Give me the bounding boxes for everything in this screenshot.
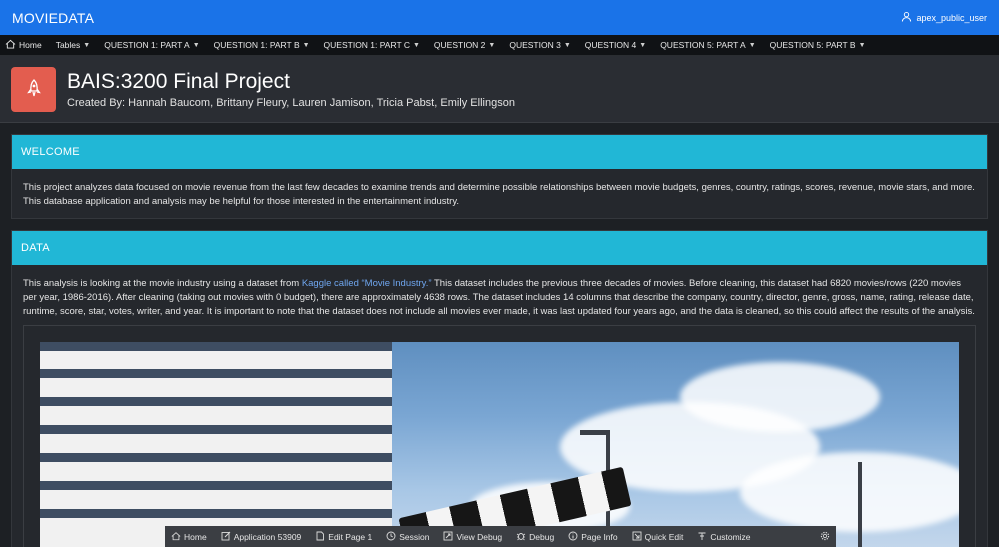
chevron-down-icon: ▼ (412, 41, 420, 49)
data-region: DATA This analysis is looking at the mov… (11, 230, 988, 547)
welcome-heading: WELCOME (12, 135, 987, 169)
data-text-block: This analysis is looking at the movie in… (12, 265, 987, 547)
chevron-down-icon: ▼ (488, 41, 496, 49)
nav-item-q3[interactable]: QUESTION 3 ▼ (509, 40, 570, 50)
data-heading: DATA (12, 231, 987, 265)
image-frame (23, 325, 976, 547)
quick-edit-icon (632, 531, 642, 543)
nav-item-label: QUESTION 1: PART A (104, 40, 190, 50)
main-nav: Home Tables ▼ QUESTION 1: PART A ▼ QUESTIO… (0, 35, 999, 56)
home-icon (171, 531, 181, 543)
dev-page-info-button[interactable]: Page Info (568, 531, 618, 543)
user-menu[interactable]: apex_public_user (901, 11, 987, 24)
bug-icon (516, 531, 526, 543)
dev-item-label: Application 53909 (233, 531, 302, 542)
dev-home-button[interactable]: Home (171, 531, 207, 543)
chevron-down-icon: ▼ (302, 41, 310, 49)
dev-item-label: Quick Edit (644, 531, 684, 542)
document-icon (315, 531, 325, 543)
nav-item-label: QUESTION 2 (433, 40, 486, 50)
nav-item-q5-part-a[interactable]: QUESTION 5: PART A ▼ (660, 40, 755, 50)
nav-item-q5-part-b[interactable]: QUESTION 5: PART B ▼ (770, 40, 866, 50)
dev-item-label: Edit Page 1 (328, 531, 373, 542)
nav-item-q1-part-b[interactable]: QUESTION 1: PART B ▼ (214, 40, 310, 50)
dev-item-label: Home (184, 531, 207, 542)
dev-edit-page-button[interactable]: Edit Page 1 (315, 531, 372, 543)
nav-item-label: QUESTION 1: PART B (213, 40, 300, 50)
nav-item-q1-part-c[interactable]: QUESTION 1: PART C ▼ (324, 40, 420, 50)
dev-item-label: Page Info (581, 531, 618, 542)
nav-item-q4[interactable]: QUESTION 4 ▼ (585, 40, 646, 50)
dev-customize-button[interactable]: Customize (697, 531, 751, 543)
user-icon (901, 11, 912, 24)
developer-toolbar: Home Application 53909 Edit Page 1 Sessi… (165, 526, 836, 547)
nav-item-label: QUESTION 4 (584, 40, 637, 50)
dev-item-label: Customize (710, 531, 751, 542)
movie-clapperboard-photo (40, 342, 959, 547)
page-title: BAIS:3200 Final Project (67, 69, 290, 93)
chevron-down-icon: ▼ (192, 41, 200, 49)
app-title[interactable]: MOVIEDATA (12, 10, 94, 26)
nav-item-q2[interactable]: QUESTION 2 ▼ (434, 40, 495, 50)
home-icon (5, 39, 16, 51)
rocket-icon (11, 66, 56, 112)
dev-debug-button[interactable]: Debug (516, 531, 554, 543)
dev-application-button[interactable]: Application 53909 (221, 531, 302, 543)
dev-item-label: View Debug (456, 531, 503, 542)
dev-item-label: Session (399, 531, 430, 542)
customize-icon (697, 531, 707, 543)
nav-item-tables[interactable]: Tables ▼ (56, 40, 91, 50)
info-icon (568, 531, 578, 543)
nav-item-label: QUESTION 3 (509, 40, 561, 50)
welcome-text: This project analyzes data focused on mo… (23, 182, 975, 207)
user-name: apex_public_user (916, 12, 987, 23)
chevron-down-icon: ▼ (563, 41, 571, 49)
chevron-down-icon: ▼ (858, 41, 866, 49)
nav-item-label: Tables (55, 40, 81, 50)
view-debug-icon (443, 531, 453, 543)
gear-icon (820, 531, 830, 543)
nav-item-home[interactable]: Home (5, 39, 42, 51)
nav-item-label: Home (19, 40, 42, 50)
dev-item-label: Debug (529, 531, 555, 542)
nav-item-q1-part-a[interactable]: QUESTION 1: PART A ▼ (104, 40, 199, 50)
dev-session-button[interactable]: Session (386, 531, 429, 543)
top-bar: MOVIEDATA apex_public_user (0, 0, 999, 35)
session-icon (386, 531, 396, 543)
kaggle-link[interactable]: Kaggle called “Movie Industry.” (302, 278, 432, 289)
chevron-down-icon: ▼ (83, 41, 91, 49)
chevron-down-icon: ▼ (748, 41, 756, 49)
nav-item-label: QUESTION 1: PART C (323, 40, 410, 50)
dev-quick-edit-button[interactable]: Quick Edit (632, 531, 684, 543)
dev-settings-button[interactable] (820, 531, 830, 543)
nav-item-label: QUESTION 5: PART A (660, 40, 746, 50)
nav-item-label: QUESTION 5: PART B (769, 40, 856, 50)
page-subtitle: Created By: Hannah Baucom, Brittany Fleu… (67, 96, 515, 109)
hero-region: BAIS:3200 Final Project Created By: Hann… (0, 56, 999, 123)
edit-icon (221, 531, 231, 543)
data-text-intro: This analysis is looking at the movie in… (23, 278, 302, 289)
dev-view-debug-button[interactable]: View Debug (443, 531, 502, 543)
chevron-down-icon: ▼ (639, 41, 647, 49)
welcome-region: WELCOME This project analyzes data focus… (11, 134, 988, 219)
